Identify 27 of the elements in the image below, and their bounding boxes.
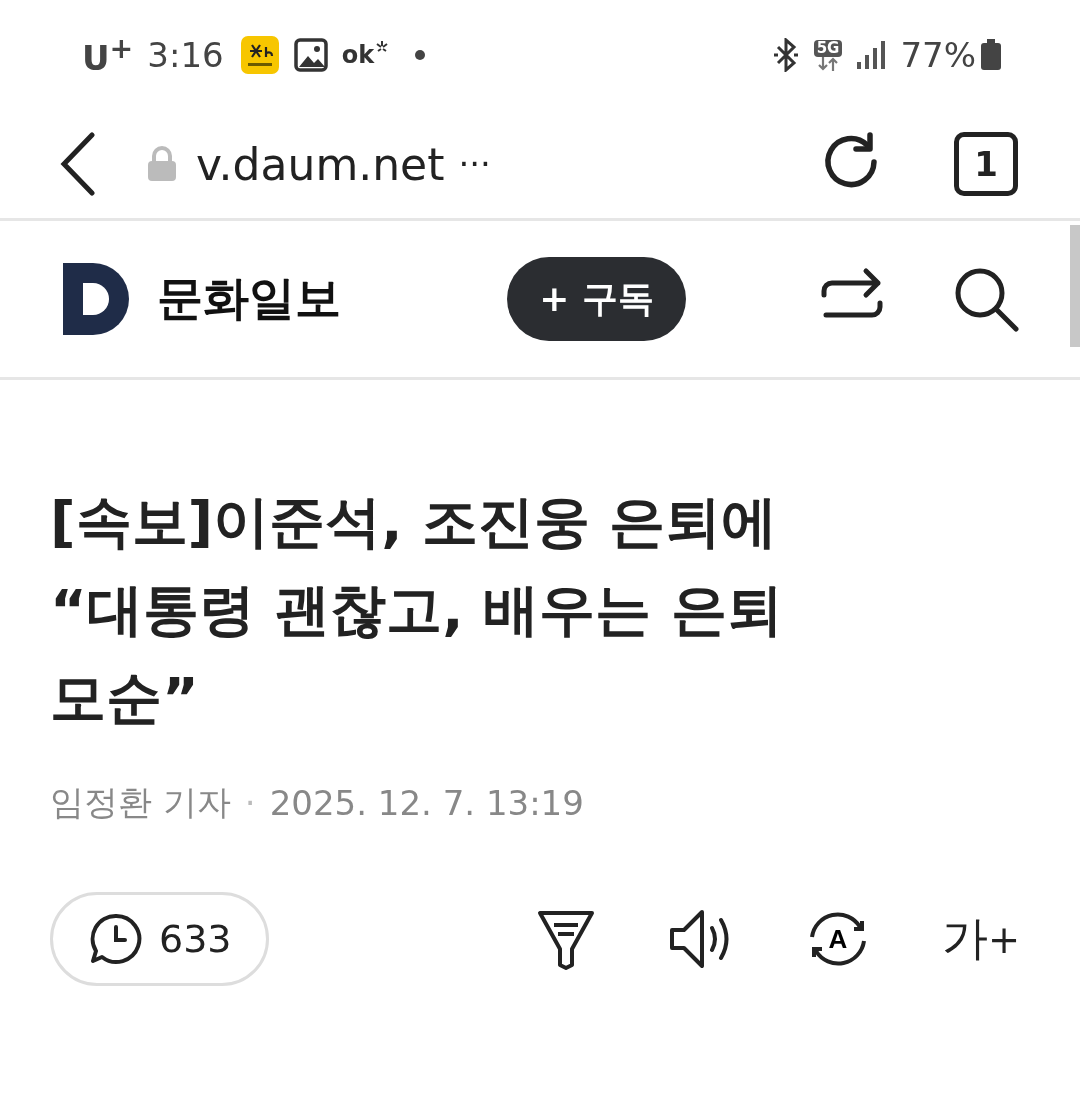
battery-icon — [980, 39, 1002, 71]
app-notification-icon — [239, 35, 280, 75]
article-title: [속보]이준석, 조진웅 은퇴에 “대통령 괜찮고, 배우는 은퇴 모순” — [50, 488, 784, 732]
battery-percent: 77% — [900, 35, 976, 75]
sparkle-icon — [376, 41, 389, 55]
separator-dot: · — [244, 783, 256, 823]
comment-icon — [89, 912, 143, 966]
subscribe-button[interactable]: + 구독 — [507, 257, 686, 341]
more-button[interactable]: ··· — [444, 144, 491, 184]
image-icon — [293, 38, 328, 72]
tab-count-button[interactable]: 1 — [954, 132, 1018, 196]
reporter-name: 임정환 기자 — [50, 781, 231, 824]
ok-label: ok — [341, 41, 375, 69]
bluetooth-icon — [771, 38, 800, 72]
network-label: 5G — [813, 39, 843, 57]
dot-icon — [414, 49, 427, 61]
carrier-label: U$^{+}$ — [82, 31, 134, 79]
signal-icon — [856, 40, 887, 70]
lock-icon — [146, 146, 178, 182]
translate-button[interactable]: A — [805, 907, 870, 971]
scrollbar[interactable] — [1070, 225, 1080, 347]
url-text[interactable]: v.daum.net — [196, 138, 445, 190]
clock-time: 3:16 — [147, 35, 224, 75]
comments-button[interactable]: 633 — [50, 892, 269, 986]
article-date: 2025. 12. 7. 13:19 — [269, 783, 584, 823]
back-button[interactable] — [58, 132, 98, 196]
publisher-name: 문화일보 — [157, 270, 341, 327]
